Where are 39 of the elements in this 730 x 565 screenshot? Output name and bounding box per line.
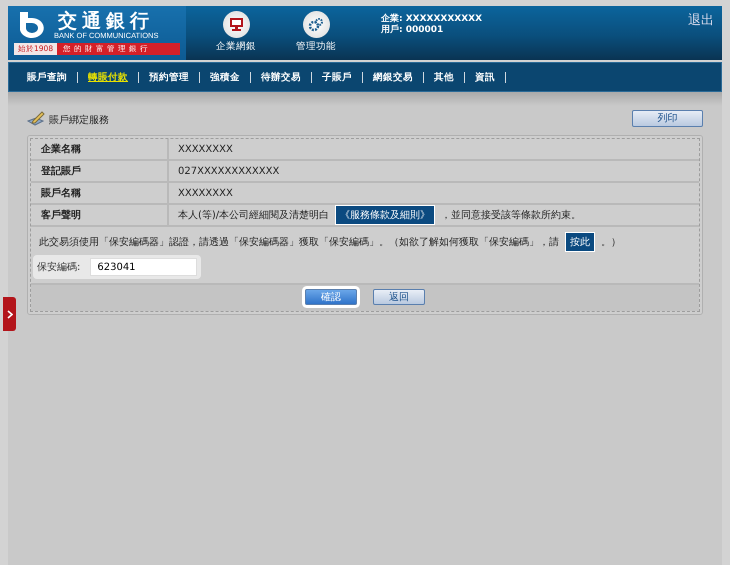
- user-label: 用戶: 000001: [381, 25, 444, 36]
- chevron-icon: [6, 310, 12, 318]
- monitor-icon: [228, 17, 244, 32]
- field-value: XXXXXXXX: [178, 144, 233, 154]
- shortcut-button[interactable]: 企業網銀: [206, 6, 266, 60]
- field-label: 賬戶名稱: [31, 183, 169, 203]
- nav-tab[interactable]: 強積金: [208, 70, 242, 84]
- nav-tab[interactable]: 待辦交易: [259, 70, 303, 84]
- notice-text: 此交易須使用「保安編碼器」認證，請透過「保安編碼器」獲取「保安編碼」。（如欲了解如何獲取「保安編碼」，請: [39, 236, 559, 249]
- field-value: 027XXXXXXXXXXXX: [178, 166, 280, 176]
- nav-tab[interactable]: 預約管理: [147, 70, 191, 84]
- action-button[interactable]: 返回: [373, 289, 425, 305]
- declaration-text: ，並同意接受該等條款所約束。: [441, 208, 582, 222]
- declaration-text: 本人(等)/本公司經細閱及清楚明白: [178, 208, 330, 222]
- help-link[interactable]: 按此: [565, 232, 595, 252]
- terms-link[interactable]: 《服務條款及細則》: [335, 205, 436, 225]
- action-button[interactable]: 確認: [305, 289, 357, 305]
- bank-name: 交通銀行: [58, 10, 154, 30]
- shortcut-button[interactable]: 管理功能: [286, 6, 346, 60]
- side-panel-toggle[interactable]: [3, 297, 16, 331]
- logout-link[interactable]: 退出: [688, 6, 722, 60]
- company-label: 企業: XXXXXXXXXXX: [381, 14, 484, 24]
- field-label: 企業名稱: [31, 139, 169, 159]
- page-title: 賬戶綁定服務: [49, 114, 109, 126]
- print-button[interactable]: 列印: [632, 110, 703, 126]
- field-value: XXXXXXXX: [178, 188, 233, 198]
- nav-tab[interactable]: 網銀交易: [371, 70, 415, 84]
- field-label: 客戶聲明: [31, 205, 169, 225]
- gears-icon: [308, 16, 324, 32]
- notice-text: 。）: [601, 236, 621, 249]
- nav-tab[interactable]: 子賬戶: [320, 70, 354, 84]
- security-code-field[interactable]: 623041: [90, 258, 198, 276]
- nav-tab[interactable]: 賬戶查詢: [25, 70, 69, 84]
- pencil-icon: [27, 110, 46, 126]
- code-label: 保安編碼:: [37, 260, 80, 274]
- nav-tab[interactable]: 轉賬付款: [86, 70, 130, 84]
- field-label: 登記賬戶: [31, 161, 169, 181]
- nav-tab[interactable]: 其他: [432, 70, 456, 84]
- nav-tab[interactable]: 資訊: [473, 70, 497, 84]
